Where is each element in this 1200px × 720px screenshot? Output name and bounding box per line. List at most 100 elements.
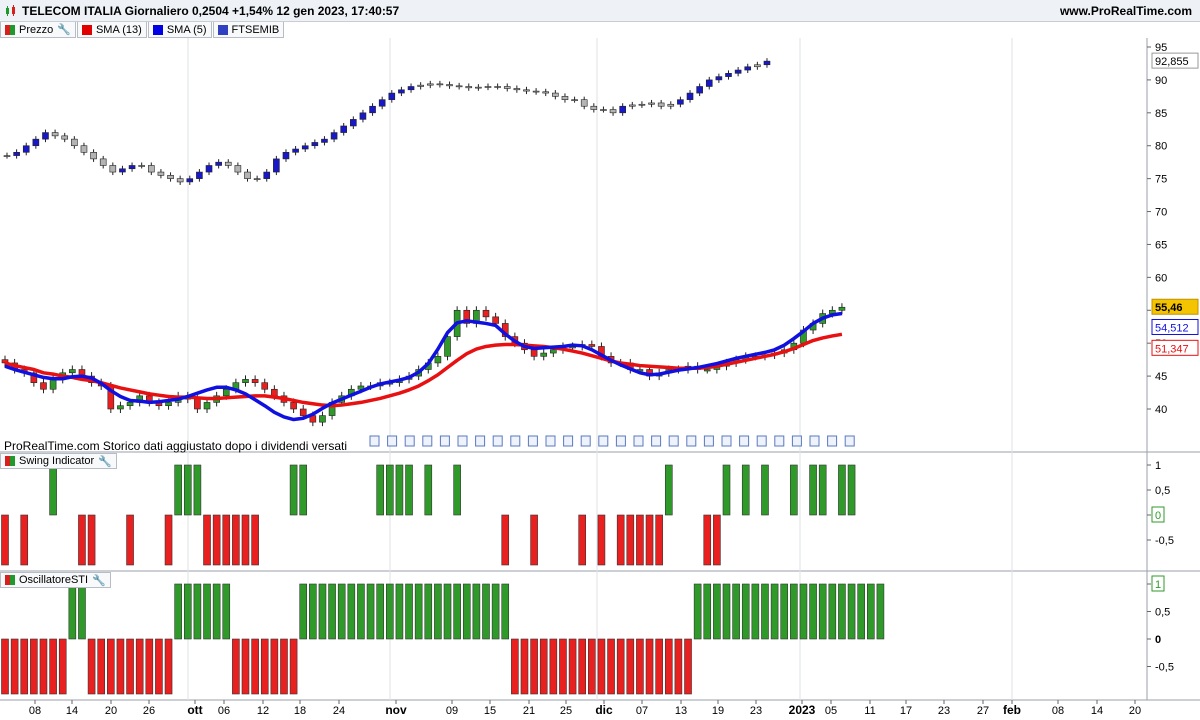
sti-bar [539,638,548,695]
swing-bar [761,464,769,516]
wrench-icon[interactable]: 🔧 [98,455,112,468]
sti-panel-label[interactable]: OscillatoreSTI 🔧 [0,572,111,588]
swing-current-label: 0 [1155,510,1161,522]
ftse-candle [224,161,232,166]
ftse-candle [301,145,309,150]
swing-panel-label[interactable]: Swing Indicator 🔧 [0,453,117,469]
sti-bar [799,583,808,640]
dividend-footnote: ProRealTime.com Storico dati aggiustato … [4,439,348,453]
event-icon [739,435,750,447]
ftse-candle [465,86,473,89]
ftse-candle [253,178,261,180]
ftse-candle [71,138,78,147]
price-candle [530,349,538,357]
sti-bar [578,638,587,695]
price-candle [550,349,557,354]
ftse-candle [186,178,194,183]
ftse-candle [417,84,424,87]
ftse-candle [571,99,578,101]
ftse-candle [128,165,136,170]
ftse-candle [705,79,713,87]
swing-bar [645,514,654,566]
sti-bar [636,638,644,695]
ftse-candle [677,99,684,105]
sti-bar [145,638,154,695]
ftse-candle [475,86,482,89]
x-tick-label: 07 [636,705,648,717]
ftse-candle [667,103,675,107]
sti-bar [183,583,192,640]
wrench-icon[interactable]: 🔧 [92,574,106,587]
ftse-candle [744,66,752,71]
sti-bar [559,638,567,695]
price-candle [165,402,172,407]
ftse-candle [686,92,694,100]
price-candle [117,405,124,410]
sti-swatch [5,575,15,585]
sti-bar [588,638,596,695]
sti-bar [549,638,558,695]
price-candle [319,415,326,423]
ftse-candle [696,86,703,94]
x-tick-label: 15 [484,705,496,717]
event-icon [580,435,591,447]
sti-bar [626,638,635,695]
swing-bar [626,514,635,566]
swing-bar [453,464,461,516]
ftse-candle [648,102,655,105]
ftse-candle [754,64,761,68]
swing-bar [203,514,211,566]
event-icon [774,435,785,447]
x-tick-label: 24 [333,705,345,717]
sti-bar [530,638,538,695]
panel-label: OscillatoreSTI [19,574,89,586]
x-tick-label: 20 [105,705,117,717]
swing-bar [655,514,663,566]
event-icon [598,435,609,447]
ftse-candle [532,90,540,93]
price-candle [49,379,57,390]
sma5-current-label: 54,512 [1155,322,1189,334]
event-icon [844,435,855,447]
ftse-candle [292,148,299,153]
sti-bar [241,638,250,695]
event-icon [791,435,802,447]
sti-bar [520,638,529,695]
ftse-candle [90,152,97,160]
price-candle [271,388,278,397]
ftse-candle [436,83,444,86]
swing-bar [847,464,856,516]
x-tick-label: 27 [977,705,989,717]
chart-canvas[interactable]: 95908580757065605550454092,85555,4654,51… [0,0,1200,720]
swing-bar [395,464,404,516]
event-icon [563,435,574,447]
ftse-candle [725,73,732,77]
swing-bar [241,514,250,566]
x-tick-label: 14 [66,705,78,717]
event-icon [510,435,521,447]
ftse-candle [446,84,453,87]
swing-bar [530,514,538,566]
sti-bar [1,638,9,695]
sti-bar [260,638,269,695]
sti-bar [174,583,182,640]
event-icon [721,435,732,447]
swing-bar [299,464,308,516]
sti-bar [328,583,336,640]
ftse-candle [244,171,251,179]
y-tick-label: 90 [1155,75,1167,87]
swing-bar [183,464,192,516]
ftse-candle [42,132,49,140]
swing-bar [838,464,846,516]
x-tick-label: 25 [560,705,572,717]
swing-bar [49,464,57,516]
price-candle [540,352,548,357]
ftse-candle [628,104,636,107]
ftse-candle [3,155,11,157]
sti-bar [876,583,885,640]
sti-bar [866,583,875,640]
x-tick-label: 08 [1052,705,1064,717]
price-candle [242,379,249,383]
x-tick-label: 06 [218,705,230,717]
swing-bar [818,464,827,516]
